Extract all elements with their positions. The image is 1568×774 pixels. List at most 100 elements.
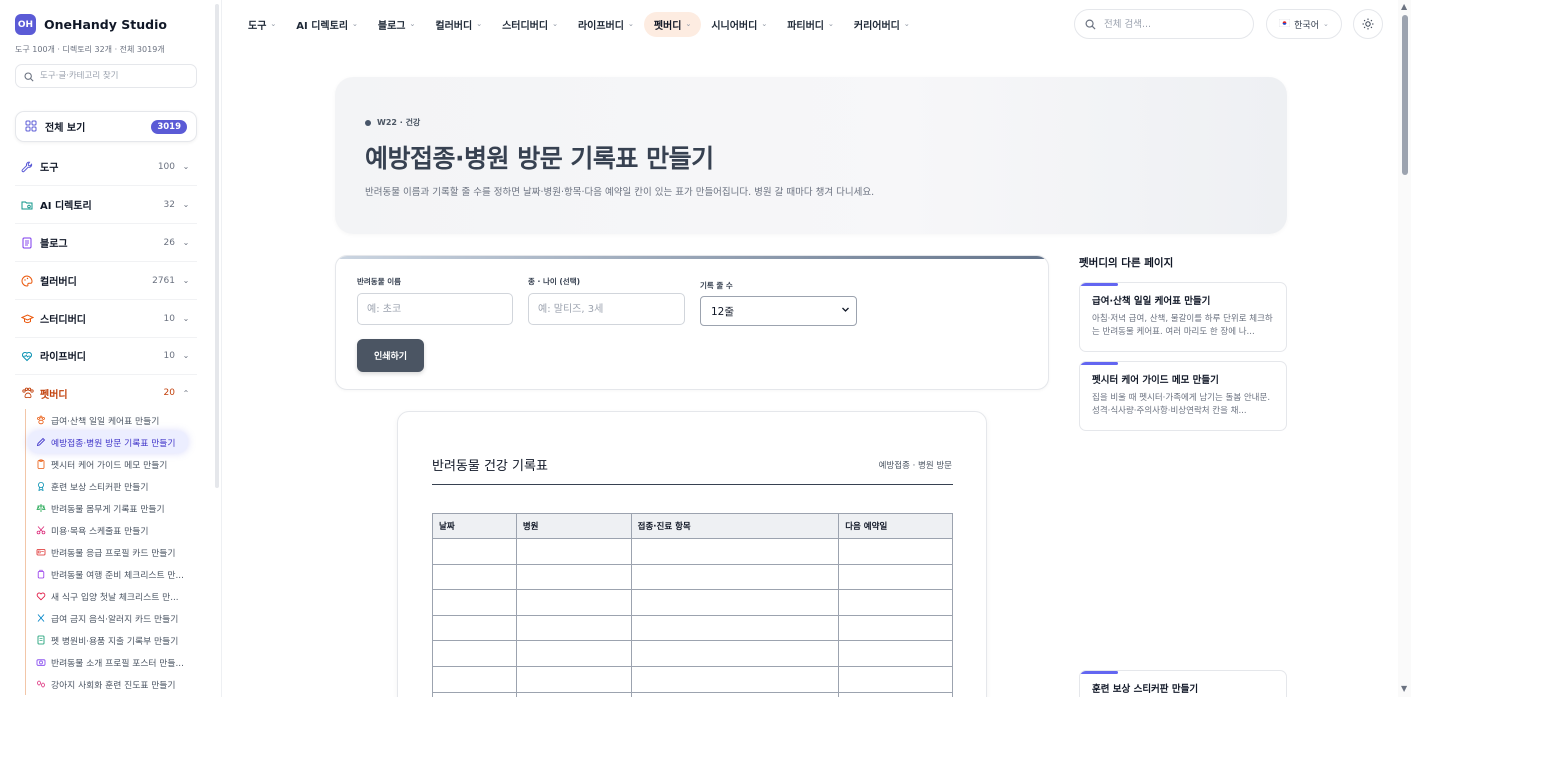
category-name: 스터디버디 <box>40 315 86 326</box>
chevron-down-icon <box>841 305 850 317</box>
table-row <box>432 640 953 667</box>
nav-item-colorbuddy[interactable]: 컬러버디 ⌄ <box>425 12 492 37</box>
column-header-hospital: 병원 <box>515 513 632 539</box>
sidebar-category-blog[interactable]: 블로그 26 ⌄ <box>15 224 197 262</box>
nav-item-petbuddy[interactable]: 펫버디 ⌄ <box>643 11 702 37</box>
luggage-icon <box>36 569 46 579</box>
sheet-subtitle: 예방접종 · 병원 방문 <box>878 461 952 471</box>
nav-item-seniorbuddy[interactable]: 시니어버디 ⌄ <box>701 12 777 37</box>
sidebar-category-petbuddy[interactable]: 펫버디 20 ⌃ <box>15 374 197 412</box>
column-header-treatment: 접종·진료 항목 <box>630 513 840 539</box>
subitem-label: 펫 병원비·용품 지출 기록부 만들기 <box>51 636 179 647</box>
nav-item-tools[interactable]: 도구 ⌄ <box>238 12 286 37</box>
hero-banner: W22 · 건강 예방접종·병원 방문 기록표 만들기 반려동물 이름과 기록할… <box>335 77 1287 234</box>
sidebar-category-lifebuddy[interactable]: 라이프버디 10 ⌄ <box>15 337 197 375</box>
chevron-down-icon: ⌄ <box>270 20 277 28</box>
chevron-down-icon: ⌄ <box>828 20 834 28</box>
all-view-button[interactable]: 전체 보기 3019 <box>15 111 197 142</box>
sidebar-subitem-active[interactable]: 예방접종·병원 방문 기록표 만들기 <box>28 431 188 453</box>
sidebar-subitem[interactable]: 펫 병원비·용품 지출 기록부 만들기 <box>26 629 197 651</box>
page-scrollbar[interactable]: ▲ ▼ <box>1398 0 1411 697</box>
receipt-icon <box>36 635 46 645</box>
category-count: 32 <box>163 199 175 210</box>
table-cell <box>630 538 840 565</box>
pet-name-label: 반려동물 이름 <box>357 277 402 286</box>
related-pages-title: 펫버디의 다른 페이지 <box>1079 257 1174 269</box>
sidebar-subitem[interactable]: 반려동물 소개 프로필 포스터 만들... <box>26 651 197 673</box>
theme-toggle-button[interactable] <box>1353 9 1383 39</box>
category-name: AI 디렉토리 <box>40 201 92 212</box>
table-cell <box>630 614 840 642</box>
sidebar-category-tools[interactable]: 도구 100 ⌄ <box>15 148 197 186</box>
sidebar-scrollbar[interactable] <box>215 4 219 488</box>
sidebar-category-ai-directory[interactable]: AI 디렉토리 32 ⌄ <box>15 186 197 224</box>
table-cell <box>630 589 840 616</box>
nav-item-ai-directory[interactable]: AI 디렉토리 ⌄ <box>286 12 368 37</box>
subitem-label: 강아지 사회화 훈련 진도표 만들기 <box>51 680 176 691</box>
nav-label: 스터디버디 <box>502 20 549 32</box>
sheet-divider <box>432 484 953 485</box>
nav-item-careerbuddy[interactable]: 커리어버디 ⌄ <box>844 12 920 37</box>
sidebar-subitem[interactable]: 펫시터 케어 가이드 메모 만들기 <box>26 453 197 475</box>
nav-label: 라이프버디 <box>577 20 624 32</box>
chevron-down-icon: ⌄ <box>352 20 358 28</box>
chevron-up-icon: ⌃ <box>182 388 190 398</box>
scroll-up-arrow-icon[interactable]: ▲ <box>1401 2 1407 11</box>
sidebar-subitem[interactable]: 새 식구 입양 첫날 체크리스트 만... <box>26 585 197 607</box>
subitem-label: 급여·산책 일일 케어표 만들기 <box>51 416 160 427</box>
sidebar-subitem[interactable]: 급여 금지 음식·알러지 카드 만들기 <box>26 607 197 629</box>
category-name: 컬러버디 <box>40 277 77 288</box>
nav-item-partybuddy[interactable]: 파티버디 ⌄ <box>777 12 844 37</box>
scissors-icon <box>36 525 46 535</box>
sidebar-search-input[interactable] <box>40 71 190 81</box>
paw-icon <box>20 386 34 400</box>
nav-item-studybuddy[interactable]: 스터디버디 ⌄ <box>492 12 568 37</box>
row-count-select[interactable]: 12줄 <box>700 296 857 326</box>
sidebar-subitem[interactable]: 급여·산책 일일 케어표 만들기 <box>26 409 197 431</box>
pencil-icon <box>36 437 46 447</box>
page-description: 반려동물 이름과 기록할 줄 수를 정하면 날짜·병원·항목·다음 예약일 칸이… <box>365 187 875 198</box>
related-page-card[interactable]: 급여·산책 일일 케어표 만들기 아침·저녁 급여, 산책, 물갈이를 하루 단… <box>1079 282 1287 352</box>
related-page-card[interactable]: 훈련 보상 스티커판 만들기 <box>1079 670 1287 697</box>
sidebar-subitem[interactable]: 반려동물 몸무게 기록표 만들기 <box>26 497 197 519</box>
breed-age-input[interactable] <box>528 293 685 325</box>
table-cell <box>432 640 517 667</box>
column-header-date: 날짜 <box>432 513 517 539</box>
camera-icon <box>36 657 46 667</box>
nav-item-blog[interactable]: 블로그 ⌄ <box>368 12 425 37</box>
scroll-down-arrow-icon[interactable]: ▼ <box>1401 684 1407 693</box>
health-record-table: 날짜 병원 접종·진료 항목 다음 예약일 <box>432 513 953 697</box>
pet-name-input[interactable] <box>357 293 513 325</box>
sidebar-subitem[interactable]: 반려동물 여행 준비 체크리스트 만... <box>26 563 197 585</box>
search-icon <box>24 67 34 86</box>
sidebar-search[interactable] <box>15 64 197 88</box>
chevron-down-icon: ⌄ <box>409 20 416 28</box>
search-icon <box>1085 15 1096 34</box>
sidebar-category-colorbuddy[interactable]: 컬러버디 2761 ⌄ <box>15 262 197 300</box>
chevron-down-icon: ⌄ <box>627 20 634 28</box>
sidebar-subitem[interactable]: 강아지 사회화 훈련 진도표 만들기 <box>26 673 197 695</box>
sidebar-subitem[interactable]: 훈련 보상 스티커판 만들기 <box>26 475 197 497</box>
language-label: 한국어 <box>1294 20 1319 31</box>
brand[interactable]: OH OneHandy Studio <box>15 14 167 35</box>
sidebar-category-studybuddy[interactable]: 스터디버디 10 ⌄ <box>15 300 197 338</box>
nav-item-lifebuddy[interactable]: 라이프버디 ⌄ <box>568 12 644 37</box>
table-row <box>432 563 953 591</box>
table-cell <box>515 640 632 667</box>
language-selector[interactable]: 한국어 ⌄ <box>1266 9 1342 39</box>
related-page-card[interactable]: 펫시터 케어 가이드 메모 만들기 집을 비울 때 펫시터·가족에게 남기는 돌… <box>1079 361 1287 431</box>
sidebar-subitem[interactable]: 반려동물 응급 프로필 카드 만들기 <box>26 541 197 563</box>
brand-logo: OH <box>15 14 36 35</box>
chevron-down-icon: ⌄ <box>761 20 768 28</box>
folder-ai-icon <box>20 198 34 212</box>
korea-flag-icon <box>1278 18 1291 30</box>
subitem-label: 새 식구 입양 첫날 체크리스트 만... <box>51 592 179 603</box>
heart-pulse-icon <box>20 349 34 363</box>
global-search-input[interactable] <box>1104 18 1244 30</box>
chevron-down-icon: ⌄ <box>476 20 483 28</box>
print-button[interactable]: 인쇄하기 <box>357 339 424 372</box>
paw-icon <box>36 415 46 425</box>
scrollbar-thumb[interactable] <box>1402 15 1408 175</box>
global-search[interactable] <box>1074 9 1254 39</box>
sidebar-subitem[interactable]: 미용·목욕 스케줄표 만들기 <box>26 519 197 541</box>
